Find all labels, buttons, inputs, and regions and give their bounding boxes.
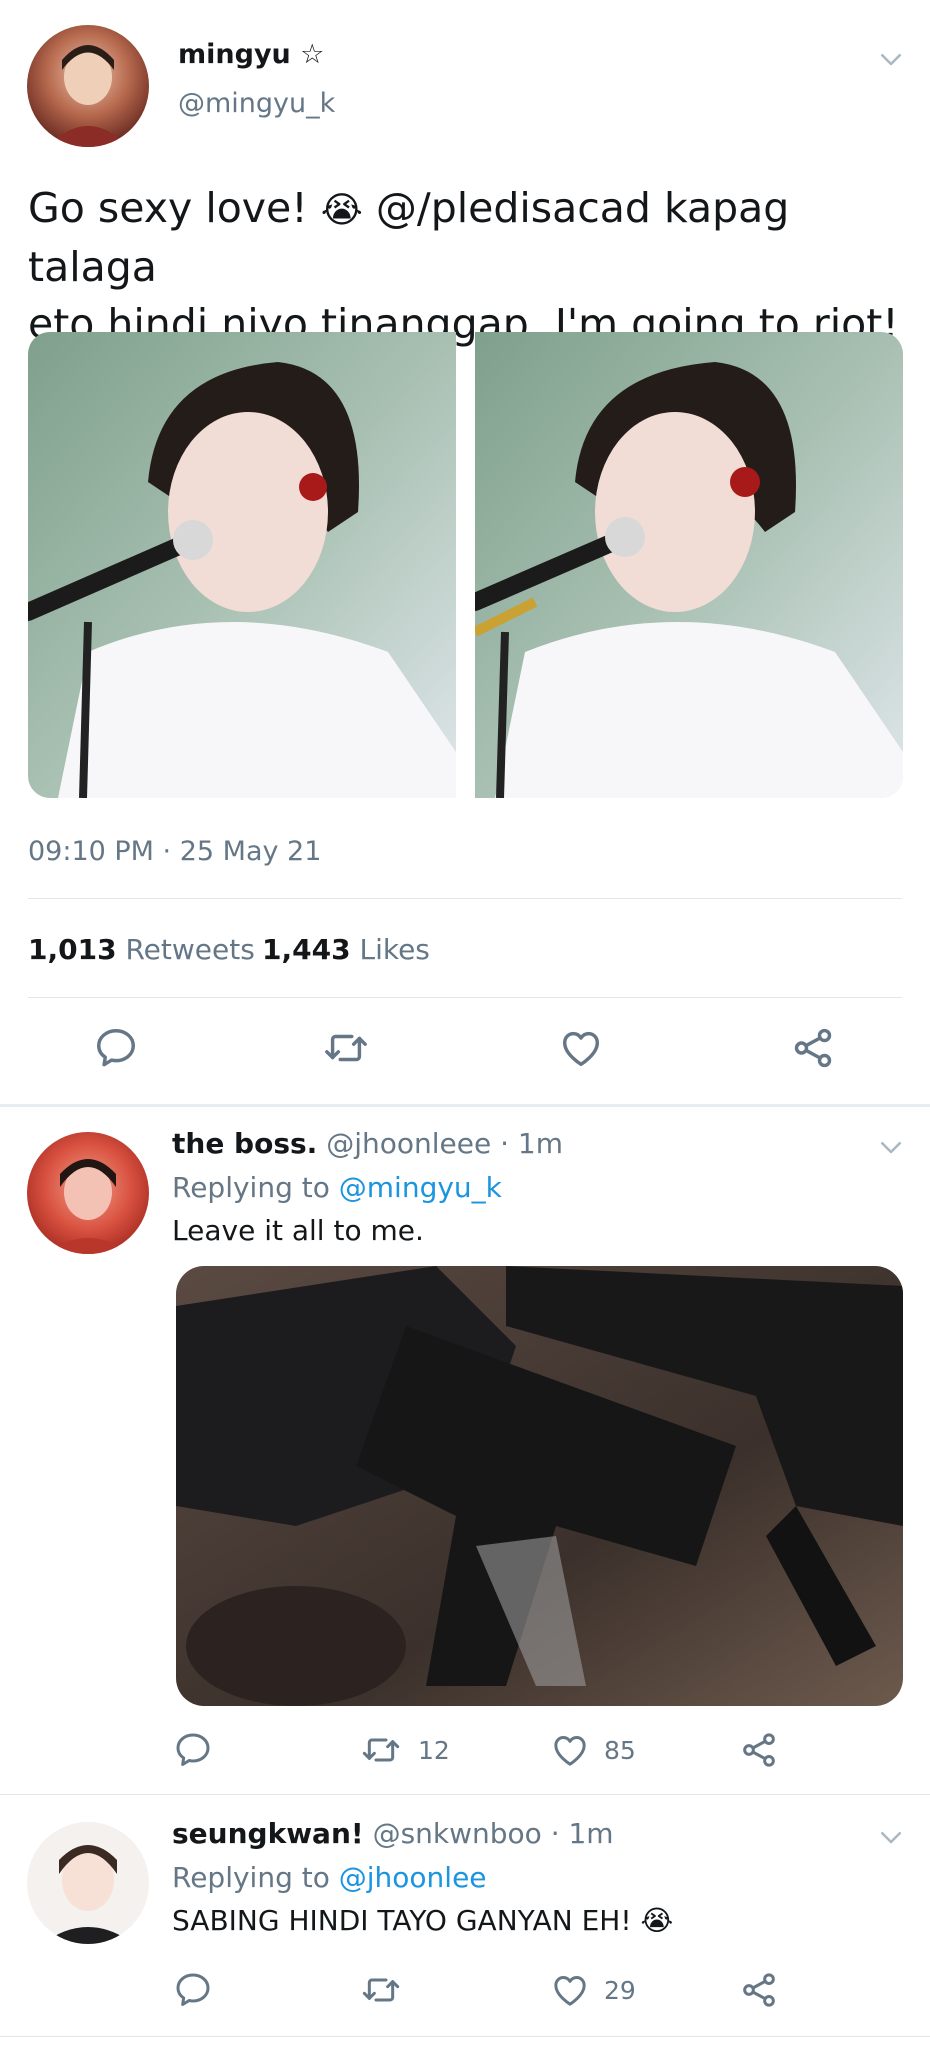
display-name: mingyu (178, 39, 291, 70)
photo-singer-2 (475, 332, 903, 798)
reply-2-text: SABING HINDI TAYO GANYAN EH! 😭 (172, 1904, 674, 1937)
reply-1-photo[interactable] (176, 1266, 903, 1706)
retweet-icon[interactable] (320, 1025, 372, 1071)
tweet-photo-2[interactable] (475, 332, 903, 798)
crying-emoji: 😭 (640, 1904, 674, 1937)
mention-link[interactable]: @jhoonlee (339, 1861, 487, 1894)
avatar-image (27, 25, 149, 147)
reply-1-retweet-count: 12 (418, 1736, 450, 1765)
tweet-text-line-1: Go sexy love! 😭 @/pledisacad kapag talag… (28, 184, 790, 291)
retweets-label: Retweets (125, 933, 255, 966)
reply-icon[interactable] (173, 1730, 213, 1770)
chevron-down-icon[interactable] (876, 1132, 906, 1162)
crying-emoji: 😭 (320, 190, 363, 231)
main-author-name[interactable]: mingyu ☆ (178, 39, 324, 70)
photo-pistols (176, 1266, 903, 1706)
avatar-the-boss[interactable] (27, 1132, 149, 1254)
reply-1-display-name[interactable]: the boss. (172, 1127, 317, 1160)
reply-1-like-count: 85 (604, 1736, 636, 1765)
likes-count: 1,443 (262, 933, 351, 966)
retweets-stat[interactable]: 1,013 Retweets (28, 933, 255, 966)
like-icon[interactable] (558, 1025, 604, 1071)
avatar-image (27, 1132, 149, 1254)
avatar-seungkwan[interactable] (27, 1822, 149, 1944)
divider (0, 2036, 930, 2037)
main-author-handle[interactable]: @mingyu_k (178, 88, 335, 119)
photo-singer-1 (28, 332, 456, 798)
avatar-image (27, 1822, 149, 1944)
chevron-down-icon[interactable] (876, 1822, 906, 1852)
avatar-mingyu[interactable] (27, 25, 149, 147)
retweet-icon[interactable] (359, 1730, 403, 1770)
tweet-text: Go sexy love! 😭 @/pledisacad kapag talag… (28, 180, 908, 353)
reply-2-display-name[interactable]: seungkwan! (172, 1817, 364, 1850)
retweet-icon[interactable] (359, 1970, 403, 2010)
divider (28, 898, 902, 899)
likes-stat[interactable]: 1,443 Likes (262, 933, 430, 966)
like-icon[interactable] (550, 1970, 590, 2010)
section-divider (0, 1104, 930, 1107)
like-icon[interactable] (550, 1730, 590, 1770)
reply-1-text: Leave it all to me. (172, 1214, 424, 1247)
tweet-photo-1[interactable] (28, 332, 456, 798)
mention-link[interactable]: @mingyu_k (339, 1171, 502, 1204)
share-icon[interactable] (739, 1730, 779, 1770)
divider (28, 997, 902, 998)
divider (0, 1794, 930, 1795)
reply-icon[interactable] (173, 1970, 213, 2010)
reply-2-like-count: 29 (604, 1976, 636, 2005)
likes-label: Likes (359, 933, 430, 966)
chevron-down-icon[interactable] (876, 44, 906, 74)
reply-icon[interactable] (93, 1025, 139, 1071)
reply-2-header: seungkwan! @snkwnboo · 1m (172, 1817, 614, 1850)
retweets-count: 1,013 (28, 933, 117, 966)
reply-1-header: the boss. @jhoonleee · 1m (172, 1127, 563, 1160)
share-icon[interactable] (790, 1025, 836, 1071)
reply-1-replying-to: Replying to @mingyu_k (172, 1171, 502, 1204)
reply-2-handle-time[interactable]: @snkwnboo · 1m (373, 1817, 614, 1850)
reply-1-handle-time[interactable]: @jhoonleee · 1m (326, 1127, 563, 1160)
tweet-timestamp[interactable]: 09:10 PM · 25 May 21 (28, 836, 321, 867)
share-icon[interactable] (739, 1970, 779, 2010)
star-badge: ☆ (300, 39, 325, 70)
reply-2-replying-to: Replying to @jhoonlee (172, 1861, 487, 1894)
